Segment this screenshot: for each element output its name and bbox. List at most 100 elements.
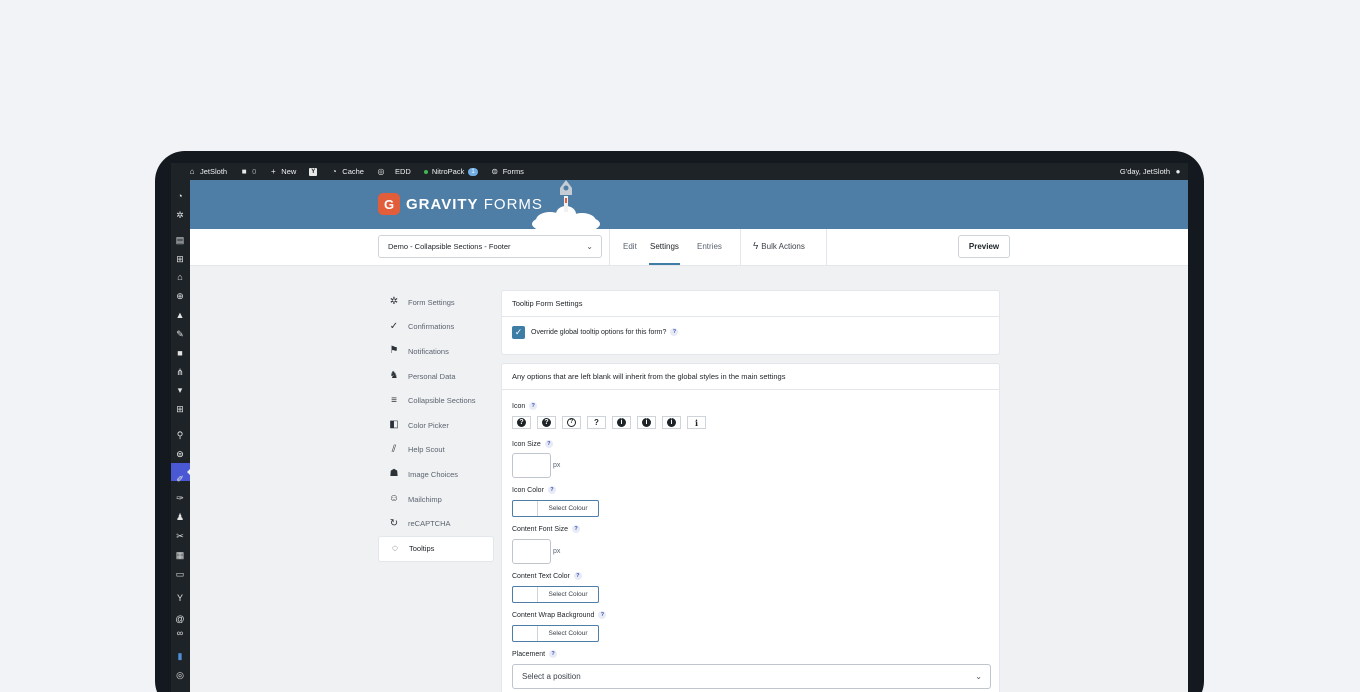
icon-choice-question-filled[interactable]: ?	[512, 416, 531, 429]
help-icon[interactable]: ?	[598, 611, 607, 619]
site-link[interactable]: ⌂ JetSloth	[188, 167, 228, 176]
help-icon[interactable]: ?	[670, 328, 679, 336]
grid-icon[interactable]: ⊞	[175, 404, 185, 414]
yoast-icon[interactable]: Y	[175, 593, 185, 603]
edd-icon: ◎	[377, 166, 385, 176]
placement-label: Placement?	[512, 650, 558, 658]
dashboard-icon[interactable]: ◔	[175, 191, 185, 201]
nav-image-choices[interactable]: ☗ Image Choices	[378, 462, 494, 487]
icon-choice-info-filled[interactable]: i	[612, 416, 631, 429]
forms-link[interactable]: ⊜ Forms	[491, 167, 524, 176]
bulk-actions-button[interactable]: ϟ Bulk Actions	[753, 229, 805, 265]
tab-edit[interactable]: Edit	[623, 229, 637, 265]
settings-nav: ✲ Form Settings ✓ Confirmations ⚑ Notificat…	[378, 290, 494, 562]
admin-menu: ◔ ✲ ▤ ⊞ ⌂ ⊕ ▲ ✎ ■ ⋔ ▾ ⊞ ⚲ ⊜ ✐ ✑ ♟ ✂ ▦ ▭ …	[171, 180, 191, 692]
icon-label: Icon?	[512, 402, 538, 410]
gravity-forms-header: G GRAVITY FORMS	[190, 180, 1188, 229]
cache-link[interactable]: ◔ Cache	[330, 167, 364, 176]
nav-collapsible-sections[interactable]: ≡ Collapsible Sections	[378, 388, 494, 413]
users-icon[interactable]: ♟	[175, 512, 185, 522]
content-text-color-picker[interactable]: Select Colour	[512, 586, 599, 603]
icon-choice-info-circle[interactable]: i	[662, 416, 681, 429]
form-toolbar: Demo - Collapsible Sections - Footer ⌄ E…	[190, 229, 1188, 266]
override-tooltip-checkbox[interactable]: ✓	[512, 326, 525, 339]
shield-icon[interactable]: ▾	[175, 385, 185, 395]
chevron-down-icon: ⌄	[975, 672, 982, 681]
rocket-illustration	[532, 180, 600, 229]
nav-notifications[interactable]: ⚑ Notifications	[378, 339, 494, 364]
chart-icon[interactable]: ▮	[175, 651, 185, 661]
icon-choice-info-plain[interactable]: i	[687, 416, 706, 429]
content-font-size-input[interactable]	[512, 539, 551, 564]
pin-icon[interactable]: ✎	[175, 329, 185, 339]
edd-link[interactable]: ◎ EDD	[377, 166, 410, 176]
gravity-forms-logo: G GRAVITY FORMS	[378, 193, 543, 215]
nav-color-picker[interactable]: ◧ Color Picker	[378, 413, 494, 438]
nav-personal-data[interactable]: ♞ Personal Data	[378, 364, 494, 389]
nav-confirmations[interactable]: ✓ Confirmations	[378, 315, 494, 340]
pages-icon[interactable]: ▤	[175, 235, 185, 245]
table-icon[interactable]: ▭	[175, 569, 185, 579]
plus-icon: +	[270, 166, 276, 176]
form-switcher-select[interactable]: Demo - Collapsible Sections - Footer ⌄	[378, 235, 602, 258]
gear-icon: ✲	[389, 296, 399, 308]
plugin-icon[interactable]: ⚲	[175, 430, 185, 440]
content-wrap-bg-picker[interactable]: Select Colour	[512, 625, 599, 642]
icon-size-input[interactable]	[512, 453, 551, 478]
check-circle-icon: ✓	[389, 320, 399, 332]
help-icon[interactable]: ?	[529, 402, 538, 410]
nav-recaptcha[interactable]: ↻ reCAPTCHA	[378, 511, 494, 536]
nav-help-scout[interactable]: ⫽ Help Scout	[378, 438, 494, 463]
store-icon[interactable]: ⌂	[175, 272, 185, 282]
infinity-icon[interactable]: ∞	[175, 628, 185, 638]
help-icon[interactable]: ?	[547, 486, 556, 494]
comment-icon: ■	[241, 166, 247, 176]
icon-size-label: Icon Size?	[512, 440, 553, 448]
status-dot-icon	[423, 169, 428, 174]
toolbar-divider	[609, 229, 610, 265]
nav-mailchimp[interactable]: ☺ Mailchimp	[378, 487, 494, 512]
placement-select[interactable]: Select a position ⌄	[512, 664, 991, 689]
panel-title: Tooltip Form Settings	[502, 291, 999, 317]
user-icon: ●	[1175, 166, 1181, 176]
help-icon[interactable]: ?	[549, 650, 558, 658]
icon-choice-question-bold[interactable]: ?	[537, 416, 556, 429]
color-swatch	[513, 626, 538, 641]
override-tooltip-label: Override global tooltip options for this…	[531, 328, 679, 336]
support-icon[interactable]: ⊕	[175, 291, 185, 301]
gear-icon[interactable]: ✲	[175, 210, 185, 220]
help-icon[interactable]: ?	[544, 440, 553, 448]
image-choices-icon: ☗	[389, 468, 399, 480]
plugins-icon[interactable]: ✑	[175, 493, 185, 503]
icon-choice-question-plain[interactable]: ?	[587, 416, 606, 429]
icon-choice-question-outline[interactable]: ?	[562, 416, 581, 429]
help-icon[interactable]: ?	[572, 525, 581, 533]
flag-icon: ⚑	[389, 345, 399, 357]
tools-icon[interactable]: ✂	[175, 531, 185, 541]
tab-entries[interactable]: Entries	[697, 229, 722, 265]
flask-icon[interactable]: ▲	[175, 310, 185, 320]
new-link[interactable]: + New	[269, 167, 296, 176]
nav-form-settings[interactable]: ✲ Form Settings	[378, 290, 494, 315]
nav-tooltips[interactable]: ◌ Tooltips	[378, 535, 494, 562]
gravity-forms-icon[interactable]: ⊜	[175, 449, 185, 459]
wordpress-icon[interactable]: ◎	[175, 670, 185, 680]
spiral-icon[interactable]: @	[175, 614, 185, 624]
account-menu[interactable]: G'day, JetSloth ●	[1120, 163, 1182, 180]
comment-icon[interactable]: ■	[175, 348, 185, 358]
brush-icon[interactable]: ✐	[175, 474, 185, 484]
settings-grid-icon[interactable]: ▦	[175, 550, 185, 560]
icon-color-picker[interactable]: Select Colour	[512, 500, 599, 517]
preview-button[interactable]: Preview	[958, 235, 1010, 258]
sections-icon: ≡	[391, 394, 397, 406]
comments-link[interactable]: ■ 0	[240, 166, 257, 176]
cart-icon[interactable]: ⊞	[175, 254, 185, 264]
yoast-link[interactable]: Y	[309, 167, 318, 176]
network-icon[interactable]: ⋔	[175, 367, 185, 377]
tab-settings[interactable]: Settings	[649, 229, 680, 265]
recaptcha-icon: ↻	[389, 517, 399, 529]
icon-choice-info-bold[interactable]: i	[637, 416, 656, 429]
dashboard-icon: ◔	[331, 166, 337, 176]
help-icon[interactable]: ?	[573, 572, 582, 580]
nitropack-link[interactable]: NitroPack 1	[423, 167, 478, 176]
